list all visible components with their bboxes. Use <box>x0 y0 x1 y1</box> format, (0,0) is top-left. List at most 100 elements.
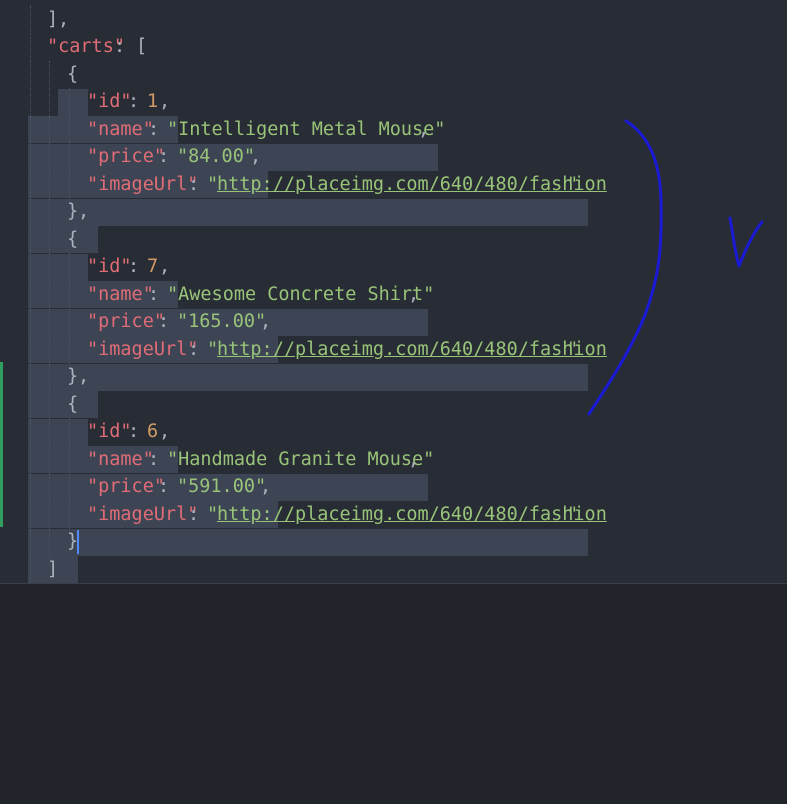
indent-guide <box>49 116 50 144</box>
indent-guide <box>30 473 31 501</box>
indent-guide <box>69 116 70 144</box>
indent-guide <box>30 116 31 144</box>
colon: : <box>188 339 200 360</box>
code-line-2[interactable]: "carts" : [ <box>0 33 787 61</box>
comma: , <box>159 91 171 112</box>
indent-guide <box>49 446 50 474</box>
comma: , <box>78 366 90 387</box>
code-line-16[interactable]: "id" : 6 , <box>0 418 787 473</box>
json-key-price: "price" <box>87 146 165 167</box>
string-quote: " <box>567 174 579 195</box>
colon: : <box>148 284 160 305</box>
colon: : <box>158 146 170 167</box>
indent-guide <box>30 253 31 281</box>
code-line-20[interactable]: } <box>0 528 787 583</box>
indent-guide <box>30 88 31 116</box>
image-url-link[interactable]: http://placeimg.com/640/480/fashion <box>217 501 607 529</box>
indent-guide <box>49 253 50 281</box>
indent-guide <box>69 473 70 501</box>
indent-guide <box>69 446 70 474</box>
colon: : <box>114 36 126 57</box>
code-line-19[interactable]: "imageUrl" : " http://placeimg.com/640/4… <box>0 501 787 556</box>
indent-guide <box>30 6 31 34</box>
indent-guide <box>69 336 70 364</box>
json-value-id: 7 <box>147 256 159 277</box>
indent-guide <box>69 171 70 199</box>
indent-guide <box>30 336 31 364</box>
colon: : <box>148 119 160 140</box>
code-line-13[interactable]: "imageUrl" : " http://placeimg.com/640/4… <box>0 336 787 391</box>
json-key-id: "id" <box>87 256 132 277</box>
indent-guide <box>30 33 31 61</box>
indent-guide <box>49 171 50 199</box>
indent-guide <box>30 556 31 584</box>
colon: : <box>128 256 140 277</box>
indent-guide <box>49 528 50 556</box>
code-line-4[interactable]: "id" : 1 , <box>0 88 787 143</box>
code-line-9[interactable]: { <box>0 226 787 281</box>
indent-guide <box>30 198 31 226</box>
comma: , <box>408 284 420 305</box>
code-line-15[interactable]: { <box>0 391 787 446</box>
code-line-14[interactable]: } , <box>0 363 787 418</box>
indent-guide <box>30 226 31 254</box>
text-cursor <box>77 530 79 554</box>
indent-guide <box>69 308 70 336</box>
code-line-6[interactable]: "price" : "84.00" , <box>0 143 787 198</box>
indent-guide <box>30 281 31 309</box>
indent-guide <box>69 501 70 529</box>
image-url-link[interactable]: http://placeimg.com/640/480/fashion <box>217 336 607 364</box>
code-line-12[interactable]: "price" : "165.00" , <box>0 308 787 363</box>
indent-guide <box>30 171 31 199</box>
code-line-8[interactable]: } , <box>0 198 787 253</box>
indent-guide <box>49 473 50 501</box>
horizontal-scrollbar[interactable] <box>0 583 787 598</box>
code-line-1[interactable]: ] , <box>0 6 787 34</box>
json-key-name: "name" <box>87 449 154 470</box>
comma: , <box>58 9 70 30</box>
code-line-11[interactable]: "name" : "Awesome Concrete Shirt" , <box>0 281 787 336</box>
comma: , <box>408 449 420 470</box>
colon: : <box>188 504 200 525</box>
json-value-price: "591.00" <box>177 476 267 497</box>
indent-guide <box>30 143 31 171</box>
code-line-18[interactable]: "price" : "591.00" , <box>0 473 787 528</box>
object-close-brace: } <box>67 201 79 222</box>
json-value-name: "Handmade Granite Mouse" <box>167 449 435 470</box>
indent-guide <box>49 391 50 419</box>
indent-guide <box>69 253 70 281</box>
code-line-17[interactable]: "name" : "Handmade Granite Mouse" , <box>0 446 787 501</box>
indent-guide <box>49 308 50 336</box>
json-value-id: 6 <box>147 421 159 442</box>
code-line-21[interactable]: ] <box>0 556 787 584</box>
comma: , <box>159 256 171 277</box>
json-value-name: "Awesome Concrete Shirt" <box>167 284 435 305</box>
code-line-7[interactable]: "imageUrl" : " http://placeimg.com/640/4… <box>0 171 787 226</box>
object-open-brace: { <box>67 229 79 250</box>
json-key-imageurl: "imageUrl" <box>87 504 199 525</box>
indent-guide <box>69 418 70 446</box>
indent-guide <box>30 391 31 419</box>
indent-guide <box>49 198 50 226</box>
indent-guide <box>69 88 70 116</box>
colon: : <box>148 449 160 470</box>
string-quote: " <box>567 504 579 525</box>
indent-guide <box>49 363 50 391</box>
json-value-price: "84.00" <box>177 146 255 167</box>
array-close-bracket: ] <box>47 559 59 580</box>
indent-guide <box>49 61 50 89</box>
json-key-imageurl: "imageUrl" <box>87 339 199 360</box>
json-key-imageurl: "imageUrl" <box>87 174 199 195</box>
code-line-3[interactable]: { <box>0 61 787 116</box>
comma: , <box>418 119 430 140</box>
array-open-bracket: [ <box>136 36 148 57</box>
indent-guide <box>30 418 31 446</box>
object-close-brace: } <box>67 366 79 387</box>
image-url-link[interactable]: http://placeimg.com/640/480/fashion <box>217 171 607 199</box>
code-line-10[interactable]: "id" : 7 , <box>0 253 787 308</box>
code-editor[interactable]: ] , "carts" : [ { "id" : 1 , "name" : "I… <box>0 0 787 584</box>
code-line-5[interactable]: "name" : "Intelligent Metal Mouse" , <box>0 116 787 171</box>
indent-guide <box>30 528 31 556</box>
indent-guide <box>49 501 50 529</box>
comma: , <box>260 476 272 497</box>
